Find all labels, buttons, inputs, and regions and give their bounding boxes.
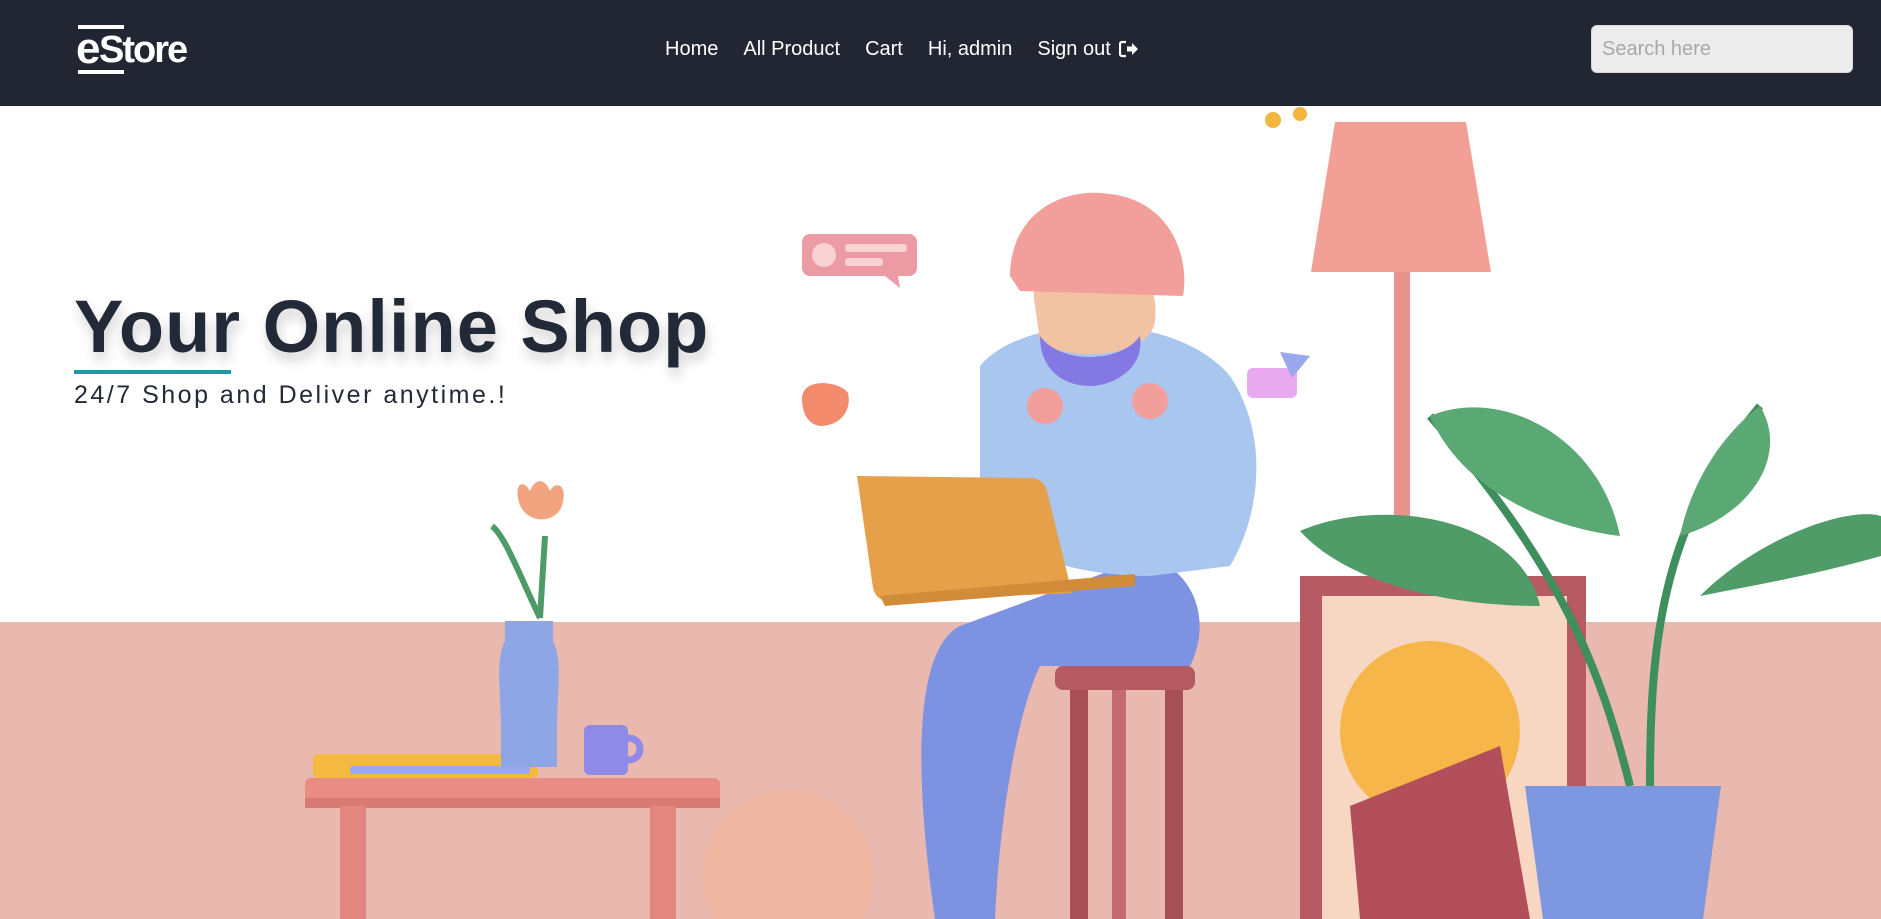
hero-subtitle: 24/7 Shop and Deliver anytime.!: [74, 381, 508, 409]
heart-icon: [801, 383, 849, 426]
navbar: e Store Home All Product Cart Hi, admin …: [0, 0, 1881, 106]
sign-out-icon: [1118, 40, 1138, 58]
nav-sign-out[interactable]: Sign out: [1037, 34, 1138, 64]
logo-text: Store: [99, 29, 188, 71]
estore-logo[interactable]: e Store: [76, 25, 196, 75]
nav-greeting[interactable]: Hi, admin: [928, 34, 1012, 64]
nav-all-product[interactable]: All Product: [743, 34, 840, 64]
hero-title: Your Online Shop: [74, 285, 710, 368]
hero-illustration: [305, 107, 1881, 919]
tulip-vase: [489, 481, 564, 767]
nav-cart[interactable]: Cart: [865, 34, 903, 64]
side-table: [305, 778, 720, 919]
chat-bubble-icon: [802, 234, 917, 288]
search-input[interactable]: [1591, 25, 1853, 73]
music-notes-icon: [1265, 107, 1307, 128]
sign-out-label: Sign out: [1037, 38, 1111, 60]
stool: [1055, 666, 1195, 919]
main-nav: Home All Product Cart Hi, admin Sign out: [665, 34, 1164, 64]
title-underline: [74, 370, 231, 374]
logo-letter-e: e: [76, 24, 126, 74]
decor-ball: [702, 790, 874, 919]
mug: [584, 725, 644, 775]
hero-section: Your Online Shop 24/7 Shop and Deliver a…: [0, 106, 1881, 919]
nav-home[interactable]: Home: [665, 34, 718, 64]
message-dots-icon: [1247, 352, 1310, 398]
